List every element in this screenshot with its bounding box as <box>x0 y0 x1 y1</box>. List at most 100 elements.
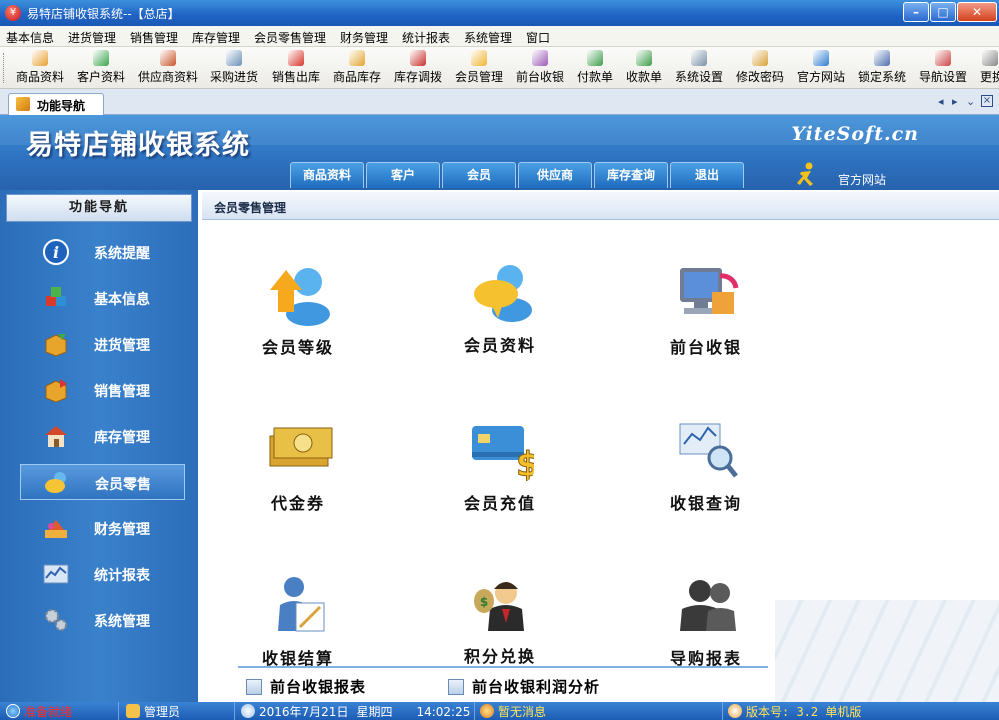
pos-icon <box>680 268 739 314</box>
toolbar-grip[interactable] <box>3 53 6 83</box>
tb-sales-out-button[interactable]: 销售出库 <box>272 50 320 86</box>
status-bar: 准备就绪 管理员 2016年7月21日 星期四 14:02:25 暂无消息 版本号:… <box>0 702 999 720</box>
receipt-icon <box>636 50 652 66</box>
tab-close-icon[interactable]: × <box>981 95 993 107</box>
sidebar-item-basic-info[interactable]: 基本信息 <box>20 280 185 316</box>
menu-sales[interactable]: 销售管理 <box>130 29 178 46</box>
tb-cashier-button[interactable]: 前台收银 <box>516 50 564 86</box>
banner-tab-customer[interactable]: 客户 <box>366 162 440 188</box>
tb-goods-button[interactable]: 商品资料 <box>16 50 64 86</box>
report-link-profit-analysis[interactable]: 前台收银利润分析 <box>448 676 638 698</box>
tile-member-level[interactable]: 会员等级 <box>228 262 368 372</box>
sidebar: 功能导航 i 系统提醒 基本信息 进货管理 销售管理 库存管理 会员零售 财务管… <box>0 190 198 702</box>
banner-tab-member[interactable]: 会员 <box>442 162 516 188</box>
member-level-icon <box>270 268 330 326</box>
payment-icon <box>587 50 603 66</box>
recharge-icon: $ <box>472 426 534 482</box>
tb-member-button[interactable]: 会员管理 <box>455 50 503 86</box>
query-icon <box>679 423 738 478</box>
svg-text:$: $ <box>480 595 488 609</box>
status-message[interactable]: 暂无消息 <box>480 703 546 719</box>
warehouse-icon <box>45 426 67 447</box>
lock-icon <box>874 50 890 66</box>
title-bar: ¥ 易特店铺收银系统--【总店】 – □ ✕ <box>0 0 999 26</box>
official-site-link[interactable]: 官方网站 <box>838 171 886 188</box>
tab-list-icon[interactable]: ⌄ <box>966 95 975 108</box>
tab-function-nav[interactable]: 功能导航 <box>8 93 104 115</box>
points-exchange-icon: $ <box>474 582 524 631</box>
menu-member-retail[interactable]: 会员零售管理 <box>254 29 326 46</box>
tb-supplier-button[interactable]: 供应商资料 <box>138 50 198 86</box>
menu-reports[interactable]: 统计报表 <box>402 29 450 46</box>
banner-tab-goods[interactable]: 商品资料 <box>290 162 364 188</box>
tab-scroll-right-icon[interactable]: ▸ <box>952 95 958 108</box>
sidebar-item-system[interactable]: 系统管理 <box>20 602 185 638</box>
sidebar-header: 功能导航 <box>6 194 192 222</box>
menu-purchase[interactable]: 进货管理 <box>68 29 116 46</box>
tb-lock-button[interactable]: 锁定系统 <box>858 50 906 86</box>
menu-basic-info[interactable]: 基本信息 <box>6 29 54 46</box>
document-tab-strip: 功能导航 ◂ ▸ ⌄ × <box>0 90 999 115</box>
tb-purchase-button[interactable]: 采购进货 <box>210 50 258 86</box>
sidebar-item-member-retail[interactable]: 会员零售 <box>20 464 185 500</box>
tb-switch-button[interactable]: 更换 <box>980 50 999 86</box>
tb-receipt-button[interactable]: 收款单 <box>626 50 662 86</box>
tb-nav-settings-button[interactable]: 导航设置 <box>919 50 967 86</box>
menu-finance[interactable]: 财务管理 <box>340 29 388 46</box>
main-panel-title: 会员零售管理 <box>214 201 287 215</box>
tile-points-exchange[interactable]: $ 积分兑换 <box>430 571 570 681</box>
menu-window[interactable]: 窗口 <box>526 29 550 46</box>
sidebar-item-finance[interactable]: 财务管理 <box>20 510 185 546</box>
status-separator <box>722 702 723 720</box>
nav-tab-icon <box>16 97 30 111</box>
globe-icon <box>6 704 20 718</box>
tile-voucher[interactable]: 代金券 <box>228 418 368 528</box>
status-version: 版本号: 3.2 单机版 <box>728 703 861 719</box>
window-title: 易特店铺收银系统--【总店】 <box>27 7 180 21</box>
guide-report-icon <box>680 580 736 631</box>
sidebar-item-system-alert[interactable]: i 系统提醒 <box>20 234 185 270</box>
tb-settings-button[interactable]: 系统设置 <box>675 50 723 86</box>
tile-member-info[interactable]: 会员资料 <box>430 260 570 370</box>
app-icon[interactable]: ¥ <box>5 5 21 21</box>
sidebar-item-inventory[interactable]: 库存管理 <box>20 418 185 454</box>
box-in-icon <box>45 334 67 357</box>
banner-tab-inventory-query[interactable]: 库存查询 <box>594 162 668 188</box>
sidebar-item-sales[interactable]: 销售管理 <box>20 372 185 408</box>
running-man-icon[interactable] <box>795 162 819 188</box>
tb-transfer-button[interactable]: 库存调拨 <box>394 50 442 86</box>
report-icon <box>246 679 262 695</box>
banner-tab-exit[interactable]: 退出 <box>670 162 744 188</box>
tb-inventory-button[interactable]: 商品库存 <box>333 50 381 86</box>
nav-settings-icon <box>935 50 951 66</box>
transfer-icon <box>410 50 426 66</box>
version-icon <box>728 704 742 718</box>
tile-cashier-query[interactable]: 收银查询 <box>636 418 776 528</box>
sidebar-item-reports[interactable]: 统计报表 <box>20 556 185 592</box>
status-ready: 准备就绪 <box>6 703 72 719</box>
clock-icon <box>241 704 255 718</box>
finance-icon <box>45 520 67 538</box>
tile-pos-cashier[interactable]: 前台收银 <box>636 262 776 372</box>
settlement-icon <box>278 577 325 632</box>
supplier-icon <box>160 50 176 66</box>
info-icon: i <box>43 239 69 265</box>
tb-customer-button[interactable]: 客户资料 <box>77 50 125 86</box>
minimize-button[interactable]: – <box>903 2 929 22</box>
banner: 易特店铺收银系统 YiteSoft.cn 商品资料 客户 会员 供应商 库存查询… <box>0 115 999 190</box>
menu-system[interactable]: 系统管理 <box>464 29 512 46</box>
tb-payment-button[interactable]: 付款单 <box>577 50 613 86</box>
menu-inventory[interactable]: 库存管理 <box>192 29 240 46</box>
maximize-button[interactable]: □ <box>930 2 956 22</box>
close-button[interactable]: ✕ <box>957 2 997 22</box>
tb-password-button[interactable]: 修改密码 <box>736 50 784 86</box>
toolbar: 商品资料 客户资料 供应商资料 采购进货 销售出库 商品库存 库存调拨 会员管理… <box>0 47 999 89</box>
banner-tab-supplier[interactable]: 供应商 <box>518 162 592 188</box>
box-out-icon <box>45 379 67 403</box>
tile-member-recharge[interactable]: $ 会员充值 <box>430 418 570 528</box>
svg-text:i: i <box>53 243 59 262</box>
sidebar-item-purchase[interactable]: 进货管理 <box>20 326 185 362</box>
report-link-pos-cashier[interactable]: 前台收银报表 <box>246 676 396 698</box>
tab-scroll-left-icon[interactable]: ◂ <box>938 95 944 108</box>
tb-website-button[interactable]: 官方网站 <box>797 50 845 86</box>
